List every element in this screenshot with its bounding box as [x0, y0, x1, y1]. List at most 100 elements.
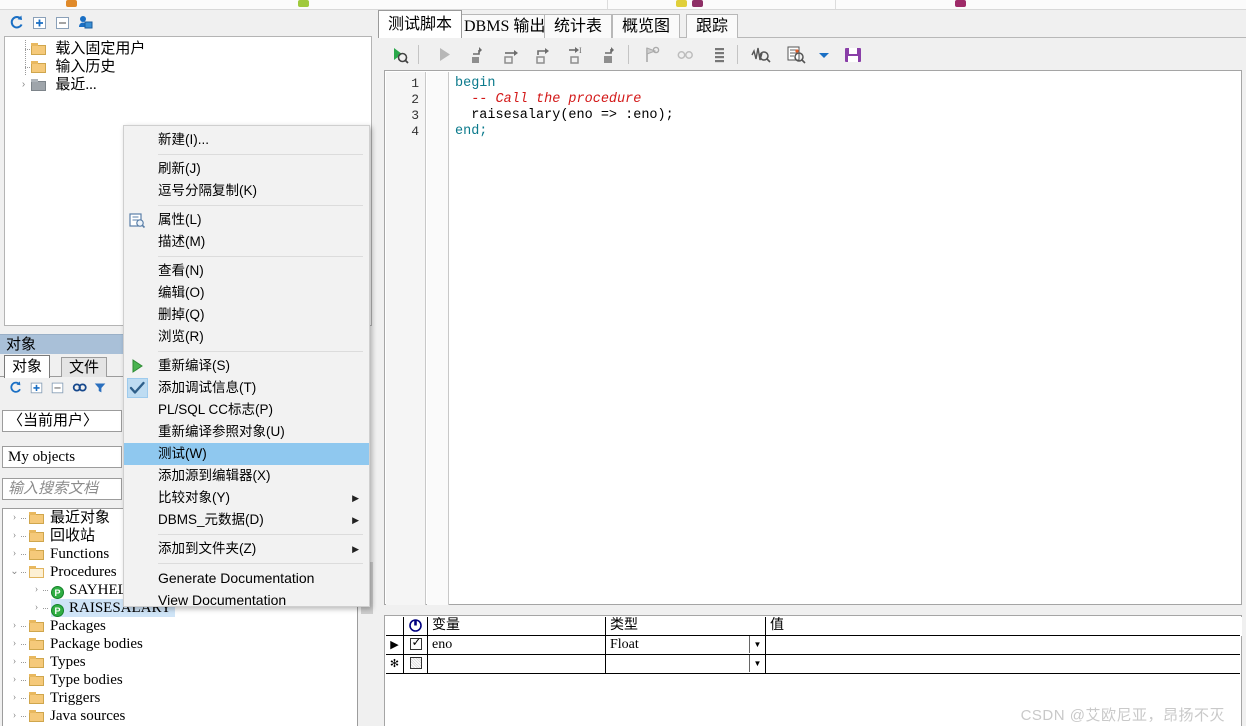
- run-icon[interactable]: [434, 45, 454, 65]
- chevron-right-icon[interactable]: ›: [9, 620, 20, 631]
- scope-selector[interactable]: My objects: [2, 446, 122, 468]
- chevron-right-icon[interactable]: ›: [31, 602, 42, 613]
- user-filter-icon[interactable]: [77, 14, 94, 31]
- collapse-all-icon[interactable]: [50, 380, 67, 397]
- code-line[interactable]: -- Call the procedure: [455, 92, 1240, 108]
- chevron-right-icon[interactable]: ›: [18, 79, 29, 90]
- tab-statistics[interactable]: 统计表: [544, 14, 613, 38]
- row-marker[interactable]: ▶: [386, 636, 404, 655]
- tree-node-content[interactable]: Package bodies: [29, 635, 143, 653]
- variables-icon[interactable]: [709, 45, 729, 65]
- code-line[interactable]: end;: [455, 124, 1240, 140]
- chevron-down-icon[interactable]: ⌄: [9, 566, 20, 577]
- tab-trace[interactable]: 跟踪: [686, 14, 739, 38]
- tree-node-content[interactable]: Triggers: [29, 689, 100, 707]
- tab-test-script[interactable]: 测试脚本: [378, 10, 463, 38]
- variable-type-cell[interactable]: ▼: [606, 655, 766, 674]
- toggle-view-icon[interactable]: [676, 45, 696, 65]
- expand-all-icon[interactable]: [31, 14, 48, 31]
- filter-icon[interactable]: [93, 380, 110, 397]
- menu-item-o[interactable]: 编辑(O): [124, 282, 369, 304]
- tree-node[interactable]: › Type bodies: [3, 671, 357, 689]
- menu-item-n[interactable]: 查看(N): [124, 260, 369, 282]
- tree-node-content[interactable]: 最近对象: [29, 509, 110, 527]
- variable-value-cell[interactable]: [766, 636, 1240, 655]
- find-icon[interactable]: [72, 380, 89, 397]
- chevron-right-icon[interactable]: ›: [31, 584, 42, 595]
- step-into-icon[interactable]: [467, 45, 487, 65]
- chevron-down-icon[interactable]: ▼: [749, 636, 765, 653]
- chevron-right-icon[interactable]: ›: [9, 692, 20, 703]
- explain-plan-icon[interactable]: [751, 45, 771, 65]
- dropdown-arrow-icon[interactable]: [814, 45, 834, 65]
- run-to-next-exception-icon[interactable]: I: [566, 45, 586, 65]
- tree-node-content[interactable]: Functions: [29, 545, 109, 563]
- variable-value-cell[interactable]: [766, 655, 1240, 674]
- variables-grid[interactable]: 变量 类型 值 ▶ eno ▼ Float ✻: [386, 617, 1242, 674]
- step-out-icon[interactable]: [533, 45, 553, 65]
- row-enabled-checkbox[interactable]: [404, 635, 428, 655]
- search-input[interactable]: 输入搜索文档: [2, 478, 122, 500]
- menu-item-w[interactable]: 测试(W): [124, 443, 369, 465]
- value-column-header[interactable]: 值: [766, 617, 1240, 636]
- tree-node-content[interactable]: Type bodies: [29, 671, 123, 689]
- editor-breakpoint-gutter[interactable]: [427, 72, 449, 605]
- variable-column-header[interactable]: 变量: [428, 617, 606, 636]
- menu-item-j[interactable]: 刷新(J): [124, 158, 369, 180]
- chevron-right-icon[interactable]: ›: [9, 530, 20, 541]
- menu-item-viewdocumentation[interactable]: View Documentation: [124, 589, 369, 611]
- chevron-right-icon[interactable]: ›: [9, 638, 20, 649]
- chevron-right-icon[interactable]: ›: [9, 710, 20, 721]
- menu-item-generatedocumentation[interactable]: Generate Documentation: [124, 567, 369, 589]
- menu-item-q[interactable]: 删掉(Q): [124, 304, 369, 326]
- breakpoint-icon[interactable]: [643, 45, 663, 65]
- run-to-exception-icon[interactable]: [599, 45, 619, 65]
- tree-node-content[interactable]: 回收站: [29, 527, 95, 545]
- test-script-editor[interactable]: 1234 begin -- Call the procedure raisesa…: [384, 70, 1242, 605]
- editor-code-area[interactable]: begin -- Call the procedure raisesalary(…: [451, 72, 1240, 603]
- code-line[interactable]: begin: [455, 76, 1240, 92]
- menu-item-x[interactable]: 添加源到编辑器(X): [124, 465, 369, 487]
- type-column-header[interactable]: 类型: [606, 617, 766, 636]
- query-report-icon[interactable]: [786, 45, 806, 65]
- menu-item-z[interactable]: 添加到文件夹(Z) ▶: [124, 538, 369, 560]
- menu-item-y[interactable]: 比较对象(Y) ▶: [124, 487, 369, 509]
- tree-node-content[interactable]: Types: [29, 653, 86, 671]
- chevron-right-icon[interactable]: ›: [9, 548, 20, 559]
- table-row[interactable]: ▶ eno ▼ Float: [386, 635, 1242, 655]
- menu-item-plsqlccp[interactable]: PL/SQL CC标志(P): [124, 399, 369, 421]
- new-row-marker[interactable]: ✻: [386, 655, 404, 674]
- menu-item-dbmsd[interactable]: DBMS_元数据(D) ▶: [124, 509, 369, 531]
- list-item[interactable]: › 最近...: [5, 76, 371, 94]
- menu-item-u[interactable]: 重新编译参照对象(U): [124, 421, 369, 443]
- tab-files[interactable]: 文件: [61, 357, 108, 377]
- chevron-down-icon[interactable]: ▼: [749, 655, 765, 672]
- tab-overview[interactable]: 概览图: [612, 14, 681, 38]
- save-icon[interactable]: [843, 45, 863, 65]
- context-menu[interactable]: 新建(I)... 刷新(J) 逗号分隔复制(K) 属性(L) 描述(M) 查看(N) 编辑(…: [123, 125, 370, 608]
- tree-node[interactable]: › Java sources: [3, 707, 357, 725]
- chevron-right-icon[interactable]: ›: [9, 674, 20, 685]
- menu-item-m[interactable]: 描述(M): [124, 231, 369, 253]
- code-line[interactable]: raisesalary(eno => :eno);: [455, 108, 1240, 124]
- tree-node[interactable]: › Types: [3, 653, 357, 671]
- refresh-icon[interactable]: [8, 14, 25, 31]
- variable-type-cell[interactable]: ▼ Float: [606, 636, 766, 655]
- menu-item-l[interactable]: 属性(L): [124, 209, 369, 231]
- chevron-right-icon[interactable]: ›: [9, 512, 20, 523]
- collapse-all-icon[interactable]: [54, 14, 71, 31]
- tree-node[interactable]: › Package bodies: [3, 635, 357, 653]
- tab-objects[interactable]: 对象: [4, 355, 51, 378]
- menu-item-r[interactable]: 浏览(R): [124, 326, 369, 348]
- tree-node-content[interactable]: Java sources: [29, 707, 125, 725]
- variable-name-cell[interactable]: [428, 655, 606, 674]
- tree-node[interactable]: › Triggers: [3, 689, 357, 707]
- expand-all-icon[interactable]: [29, 380, 46, 397]
- menu-item-k[interactable]: 逗号分隔复制(K): [124, 180, 369, 202]
- tree-node[interactable]: › Packages: [3, 617, 357, 635]
- chevron-right-icon[interactable]: ›: [9, 656, 20, 667]
- step-over-icon[interactable]: [500, 45, 520, 65]
- tree-node-content[interactable]: Packages: [29, 617, 106, 635]
- refresh-icon[interactable]: [8, 380, 25, 397]
- variable-name-cell[interactable]: eno: [428, 636, 606, 655]
